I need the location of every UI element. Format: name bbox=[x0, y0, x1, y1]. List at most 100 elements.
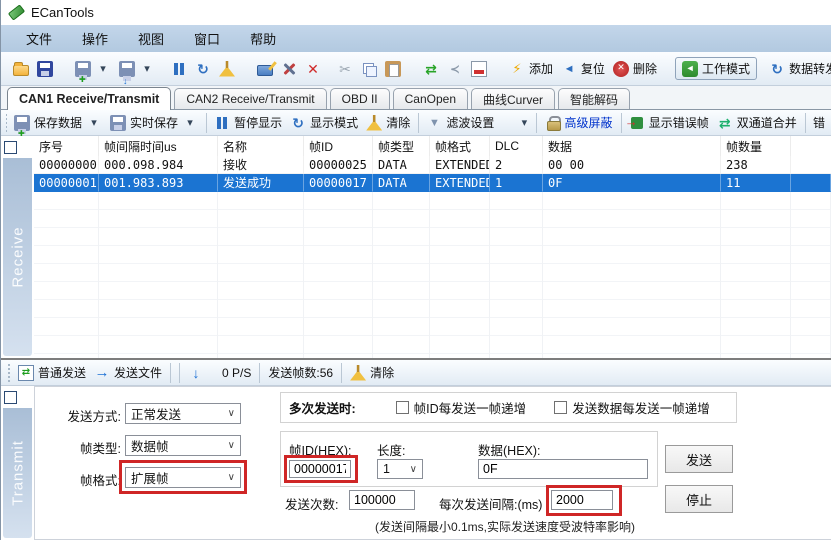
data-forward-button[interactable]: 数据转发 bbox=[765, 57, 831, 80]
frame-type-select[interactable]: 数据帧∨ bbox=[125, 435, 241, 456]
send-mode-label: 发送方式: bbox=[35, 406, 121, 425]
col-header-data[interactable]: 数据 bbox=[543, 136, 721, 156]
filter-settings-button[interactable]: 滤波设置 bbox=[422, 111, 498, 134]
error-frame-icon bbox=[631, 117, 643, 129]
edit-folder-button[interactable] bbox=[253, 59, 277, 79]
frame-format-label: 帧格式: bbox=[35, 470, 121, 489]
copy-button[interactable] bbox=[357, 58, 381, 80]
col-header-filler bbox=[791, 136, 831, 156]
work-mode-label: 工作模式 bbox=[702, 60, 750, 77]
transmit-select-checkbox[interactable] bbox=[4, 391, 17, 404]
increment-data-checkbox[interactable] bbox=[554, 401, 567, 414]
normal-send-button[interactable]: 普通发送 bbox=[14, 361, 90, 384]
cell-frame-id: 00000017 bbox=[304, 174, 373, 192]
add-button[interactable]: 添加 bbox=[505, 57, 557, 80]
save-data-label: 保存数据 bbox=[34, 114, 82, 131]
dual-channel-merge-button[interactable]: 双通道合并 bbox=[713, 111, 801, 134]
col-header-frame-count[interactable]: 帧数量 bbox=[721, 136, 791, 156]
tab-canopen[interactable]: CanOpen bbox=[393, 88, 468, 109]
col-header-frame-format[interactable]: 帧格式 bbox=[430, 136, 490, 156]
transmit-sidebar-top bbox=[1, 386, 34, 408]
increment-id-checkbox[interactable] bbox=[396, 401, 409, 414]
receive-select-checkbox[interactable] bbox=[4, 141, 17, 154]
col-header-interval[interactable]: 帧间隔时间us bbox=[99, 136, 218, 156]
disconnect-device-button[interactable] bbox=[115, 58, 159, 80]
sent-frames-counter: 发送帧数:56 bbox=[264, 361, 337, 384]
tab-obd2[interactable]: OBD II bbox=[330, 88, 390, 109]
tools-button[interactable] bbox=[277, 58, 301, 80]
save-data-button[interactable]: 保存数据 bbox=[10, 111, 106, 134]
send-count-input[interactable] bbox=[349, 490, 415, 510]
chevron-down-icon bbox=[139, 61, 155, 77]
frame-settings-group: 帧ID(HEX): 长度: 1∨ 数据(HEX): bbox=[280, 431, 658, 487]
open-file-button[interactable] bbox=[9, 59, 33, 79]
tab-curve[interactable]: 曲线Curver bbox=[471, 88, 555, 109]
col-header-frame-type[interactable]: 帧类型 bbox=[373, 136, 430, 156]
display-mode-button[interactable]: 显示模式 bbox=[286, 111, 362, 134]
col-header-name[interactable]: 名称 bbox=[218, 136, 304, 156]
stop-button[interactable]: 停止 bbox=[665, 485, 733, 513]
menu-operate[interactable]: 操作 bbox=[67, 25, 123, 52]
tab-smart-decode[interactable]: 智能解码 bbox=[558, 88, 630, 109]
data-hex-input[interactable] bbox=[478, 459, 648, 479]
data-forward-icon bbox=[769, 61, 785, 77]
copy-icon bbox=[361, 61, 377, 77]
col-header-frame-id[interactable]: 帧ID bbox=[304, 136, 373, 156]
frame-id-input[interactable] bbox=[289, 460, 351, 478]
save-file-button[interactable] bbox=[33, 58, 57, 80]
separator bbox=[170, 363, 171, 383]
cut-button[interactable] bbox=[333, 58, 357, 80]
menu-view[interactable]: 视图 bbox=[123, 25, 179, 52]
tab-can1-receive-transmit[interactable]: CAN1 Receive/Transmit bbox=[7, 87, 171, 110]
multi-send-label: 多次发送时: bbox=[289, 398, 356, 417]
reset-button[interactable]: 复位 bbox=[557, 57, 609, 80]
send-file-button[interactable]: 发送文件 bbox=[90, 361, 166, 384]
lightning-icon bbox=[509, 61, 525, 77]
pause-button[interactable] bbox=[167, 58, 191, 80]
crossed-tools-icon bbox=[281, 61, 297, 77]
clipped-toolbar-button[interactable]: 错 bbox=[809, 111, 829, 134]
connect-device-button[interactable] bbox=[71, 58, 115, 80]
length-select[interactable]: 1∨ bbox=[377, 459, 423, 479]
pause-display-button[interactable]: 暂停显示 bbox=[210, 111, 286, 134]
menu-help[interactable]: 帮助 bbox=[235, 25, 291, 52]
interval-input[interactable] bbox=[551, 490, 613, 510]
transmit-sidebar-panel[interactable]: Transmit bbox=[3, 408, 32, 538]
frame-format-select[interactable]: 扩展帧∨ bbox=[125, 467, 241, 488]
delete-button[interactable]: 删除 bbox=[609, 57, 661, 80]
panel-toggle-button[interactable] bbox=[467, 58, 491, 80]
increment-id-label: 帧ID每发送一帧递增 bbox=[414, 398, 527, 417]
add-label: 添加 bbox=[529, 60, 553, 77]
normal-send-icon bbox=[18, 365, 34, 381]
send-mode-select[interactable]: 正常发送∨ bbox=[125, 403, 241, 424]
show-error-frames-button[interactable]: 显示错误帧 bbox=[625, 111, 713, 134]
clean-button[interactable] bbox=[215, 58, 239, 80]
transmit-clear-button[interactable]: 清除 bbox=[346, 361, 398, 384]
table-row[interactable]: 00000000 000.098.984 接收 00000025 DATA EX… bbox=[34, 156, 831, 174]
toolbar-grip[interactable] bbox=[6, 114, 7, 132]
swap-button[interactable] bbox=[419, 58, 443, 80]
col-header-index[interactable]: 序号 bbox=[34, 136, 99, 156]
table-row-selected[interactable]: 00000001 001.983.893 发送成功 00000017 DATA … bbox=[34, 174, 831, 192]
menu-file[interactable]: 文件 bbox=[11, 25, 67, 52]
realtime-save-button[interactable]: 实时保存 bbox=[106, 111, 202, 134]
filter-icon bbox=[426, 115, 442, 131]
paste-button[interactable] bbox=[381, 58, 405, 80]
app-logo-icon bbox=[8, 4, 25, 20]
down-arrow-icon bbox=[188, 365, 204, 381]
chevron-down-icon bbox=[182, 115, 198, 131]
menu-window[interactable]: 窗口 bbox=[179, 25, 235, 52]
chevron-down-icon[interactable] bbox=[516, 115, 532, 131]
work-mode-button[interactable]: 工作模式 bbox=[675, 57, 757, 80]
advanced-mask-button[interactable]: 高级屏蔽 bbox=[541, 110, 617, 135]
receive-sidebar-panel[interactable]: Receive bbox=[3, 158, 32, 356]
col-header-dlc[interactable]: DLC bbox=[490, 136, 543, 156]
connector-button[interactable] bbox=[443, 58, 467, 80]
toolbar-grip[interactable] bbox=[6, 364, 11, 382]
delete-item-button[interactable] bbox=[301, 58, 325, 80]
clear-button[interactable]: 清除 bbox=[362, 111, 414, 134]
send-button[interactable]: 发送 bbox=[665, 445, 733, 473]
refresh-button[interactable] bbox=[191, 58, 215, 80]
tab-can2-receive-transmit[interactable]: CAN2 Receive/Transmit bbox=[174, 88, 326, 109]
cell-index: 00000000 bbox=[34, 156, 99, 174]
